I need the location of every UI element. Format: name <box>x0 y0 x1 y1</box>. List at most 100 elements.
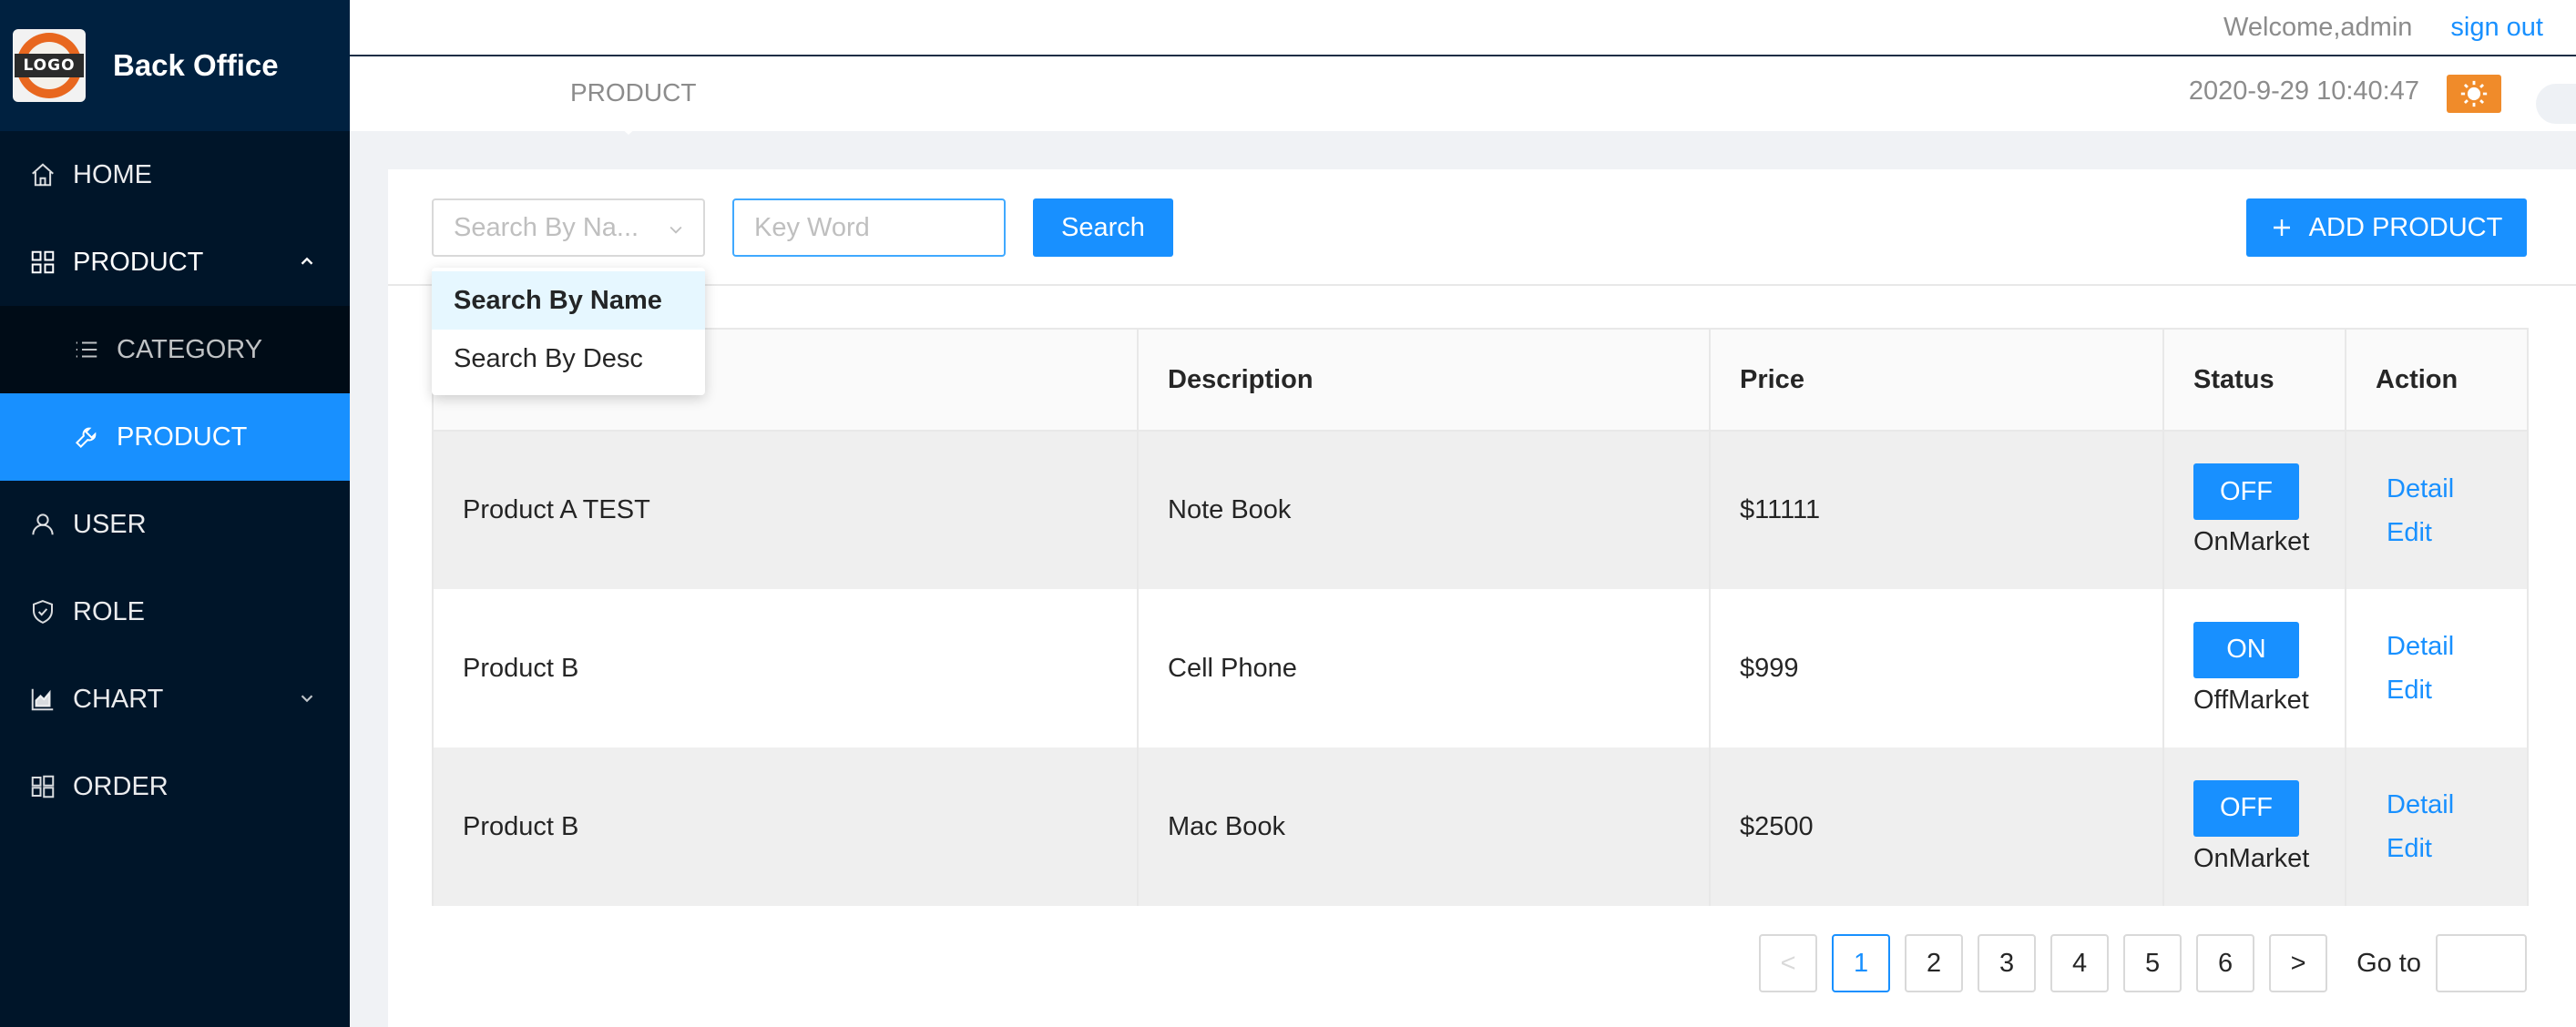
option-search-by-desc[interactable]: Search By Desc <box>432 330 705 388</box>
datetime: 2020-9-29 10:40:47 <box>2188 76 2419 106</box>
status-text: OffMarket <box>2193 685 2309 715</box>
column-header-status: Status <box>2162 328 2346 432</box>
column-header-description: Description <box>1137 328 1711 432</box>
page-button-2[interactable]: 2 <box>1905 934 1964 992</box>
goto-page-input[interactable] <box>2436 934 2527 992</box>
welcome-text: Welcome,admin <box>2223 12 2413 42</box>
area-chart-icon <box>29 686 56 713</box>
sidebar-item-product[interactable]: PRODUCT <box>0 219 350 306</box>
page-button-3[interactable]: 3 <box>1978 934 2037 992</box>
table-row: Product B Cell Phone $999 ON OffMarket D… <box>432 589 2529 747</box>
table-row: Product B Mac Book $2500 OFF OnMarket De… <box>432 747 2529 906</box>
status-toggle-button[interactable]: ON <box>2193 621 2299 678</box>
status-text: OnMarket <box>2193 527 2310 556</box>
sidebar-item-label: PRODUCT <box>117 422 248 452</box>
page-button-6[interactable]: 6 <box>2196 934 2255 992</box>
search-type-dropdown: Search By Name Search By Desc <box>432 268 705 395</box>
cell-action: Detail Edit <box>2345 747 2529 906</box>
plus-icon <box>2273 219 2290 236</box>
list-icon <box>73 336 100 363</box>
page-button-5[interactable]: 5 <box>2123 934 2182 992</box>
sidebar-menu: HOME PRODUCT CATEGORY PRODUCT USER ROLE … <box>0 131 350 830</box>
cell-status: ON OffMarket <box>2162 589 2346 747</box>
cell-description: Mac Book <box>1137 747 1711 906</box>
logo-text: LOGO <box>15 54 84 77</box>
sidebar-item-label: ROLE <box>73 596 145 626</box>
detail-link[interactable]: Detail <box>2376 783 2527 827</box>
sidebar-item-label: CATEGORY <box>117 334 263 364</box>
user-icon <box>29 511 56 538</box>
brand-title: Back Office <box>113 48 279 82</box>
cell-status: OFF OnMarket <box>2162 431 2346 589</box>
search-type-select[interactable]: Search By Na... <box>432 198 705 257</box>
page-title: PRODUCT <box>570 78 697 107</box>
detail-link[interactable]: Detail <box>2376 467 2527 511</box>
column-header-action: Action <box>2345 328 2529 432</box>
sidebar-item-category[interactable]: CATEGORY <box>0 306 350 393</box>
page-button-1[interactable]: 1 <box>1832 934 1891 992</box>
page-button-4[interactable]: 4 <box>2050 934 2110 992</box>
header-bottom: PRODUCT 2020-9-29 10:40:47 <box>350 56 2576 135</box>
chevron-down-icon <box>301 695 313 703</box>
cell-name: Product B <box>432 589 1139 747</box>
windows-icon <box>29 773 56 800</box>
sidebar-item-role[interactable]: ROLE <box>0 568 350 656</box>
cell-status: OFF OnMarket <box>2162 747 2346 906</box>
add-product-button[interactable]: ADD PRODUCT <box>2246 198 2527 257</box>
page-title-caret <box>610 118 647 135</box>
sidebar-item-chart[interactable]: CHART <box>0 656 350 743</box>
sidebar-item-label: CHART <box>73 684 164 714</box>
sidebar-item-user[interactable]: USER <box>0 481 350 568</box>
sign-out-link[interactable]: sign out <box>2450 13 2543 43</box>
sidebar-item-product-list[interactable]: PRODUCT <box>0 393 350 481</box>
product-card: Search By Na... Search ADD PRODUCT Name … <box>388 169 2576 1027</box>
next-page-button[interactable]: > <box>2269 934 2328 992</box>
column-header-price: Price <box>1709 328 2164 432</box>
goto-label: Go to <box>2356 948 2421 978</box>
product-table: Name Description Price Status Action Pro… <box>432 328 2529 906</box>
add-product-label: ADD PRODUCT <box>2308 212 2503 242</box>
toolbar: Search By Na... Search ADD PRODUCT <box>388 169 2576 286</box>
cell-price: $11111 <box>1709 431 2164 589</box>
sidebar-item-label: ORDER <box>73 771 169 801</box>
header-decoration <box>2536 84 2576 124</box>
logo: LOGO <box>13 29 86 102</box>
cell-price: $2500 <box>1709 747 2164 906</box>
cell-action: Detail Edit <box>2345 589 2529 747</box>
sidebar-item-home[interactable]: HOME <box>0 131 350 219</box>
home-icon <box>29 161 56 188</box>
header: Welcome,admin sign out PRODUCT 2020-9-29… <box>350 0 2576 135</box>
status-toggle-button[interactable]: OFF <box>2193 463 2299 520</box>
edit-link[interactable]: Edit <box>2376 668 2527 712</box>
tool-icon <box>73 423 100 451</box>
search-button[interactable]: Search <box>1033 198 1173 257</box>
keyword-input[interactable] <box>732 198 1006 257</box>
edit-link[interactable]: Edit <box>2376 511 2527 554</box>
header-top: Welcome,admin sign out <box>350 0 2576 56</box>
sidebar-item-label: USER <box>73 509 147 539</box>
detail-link[interactable]: Detail <box>2376 625 2527 668</box>
search-type-value: Search By Na... <box>454 212 639 242</box>
safety-icon <box>29 598 56 625</box>
prev-page-button[interactable]: < <box>1759 934 1818 992</box>
cell-action: Detail Edit <box>2345 431 2529 589</box>
sidebar-item-label: PRODUCT <box>73 247 204 277</box>
status-toggle-button[interactable]: OFF <box>2193 779 2299 837</box>
sidebar-item-order[interactable]: ORDER <box>0 743 350 830</box>
status-text: OnMarket <box>2193 843 2310 873</box>
product-submenu: CATEGORY PRODUCT <box>0 306 350 481</box>
edit-link[interactable]: Edit <box>2376 827 2527 870</box>
appstore-icon <box>29 249 56 276</box>
sun-icon <box>2447 75 2501 113</box>
cell-description: Cell Phone <box>1137 589 1711 747</box>
brand[interactable]: LOGO Back Office <box>0 0 350 131</box>
chevron-up-icon <box>301 257 313 265</box>
cell-name: Product B <box>432 747 1139 906</box>
table-header-row: Name Description Price Status Action <box>432 328 2529 432</box>
option-search-by-name[interactable]: Search By Name <box>432 271 705 330</box>
sidebar: LOGO Back Office HOME PRODUCT CATEGORY P… <box>0 0 350 1027</box>
sidebar-item-label: HOME <box>73 159 152 189</box>
table-row: Product A TEST Note Book $11111 OFF OnMa… <box>432 431 2529 589</box>
cell-name: Product A TEST <box>432 431 1139 589</box>
pagination: < 1 2 3 4 5 6 > Go to <box>1744 934 2527 992</box>
